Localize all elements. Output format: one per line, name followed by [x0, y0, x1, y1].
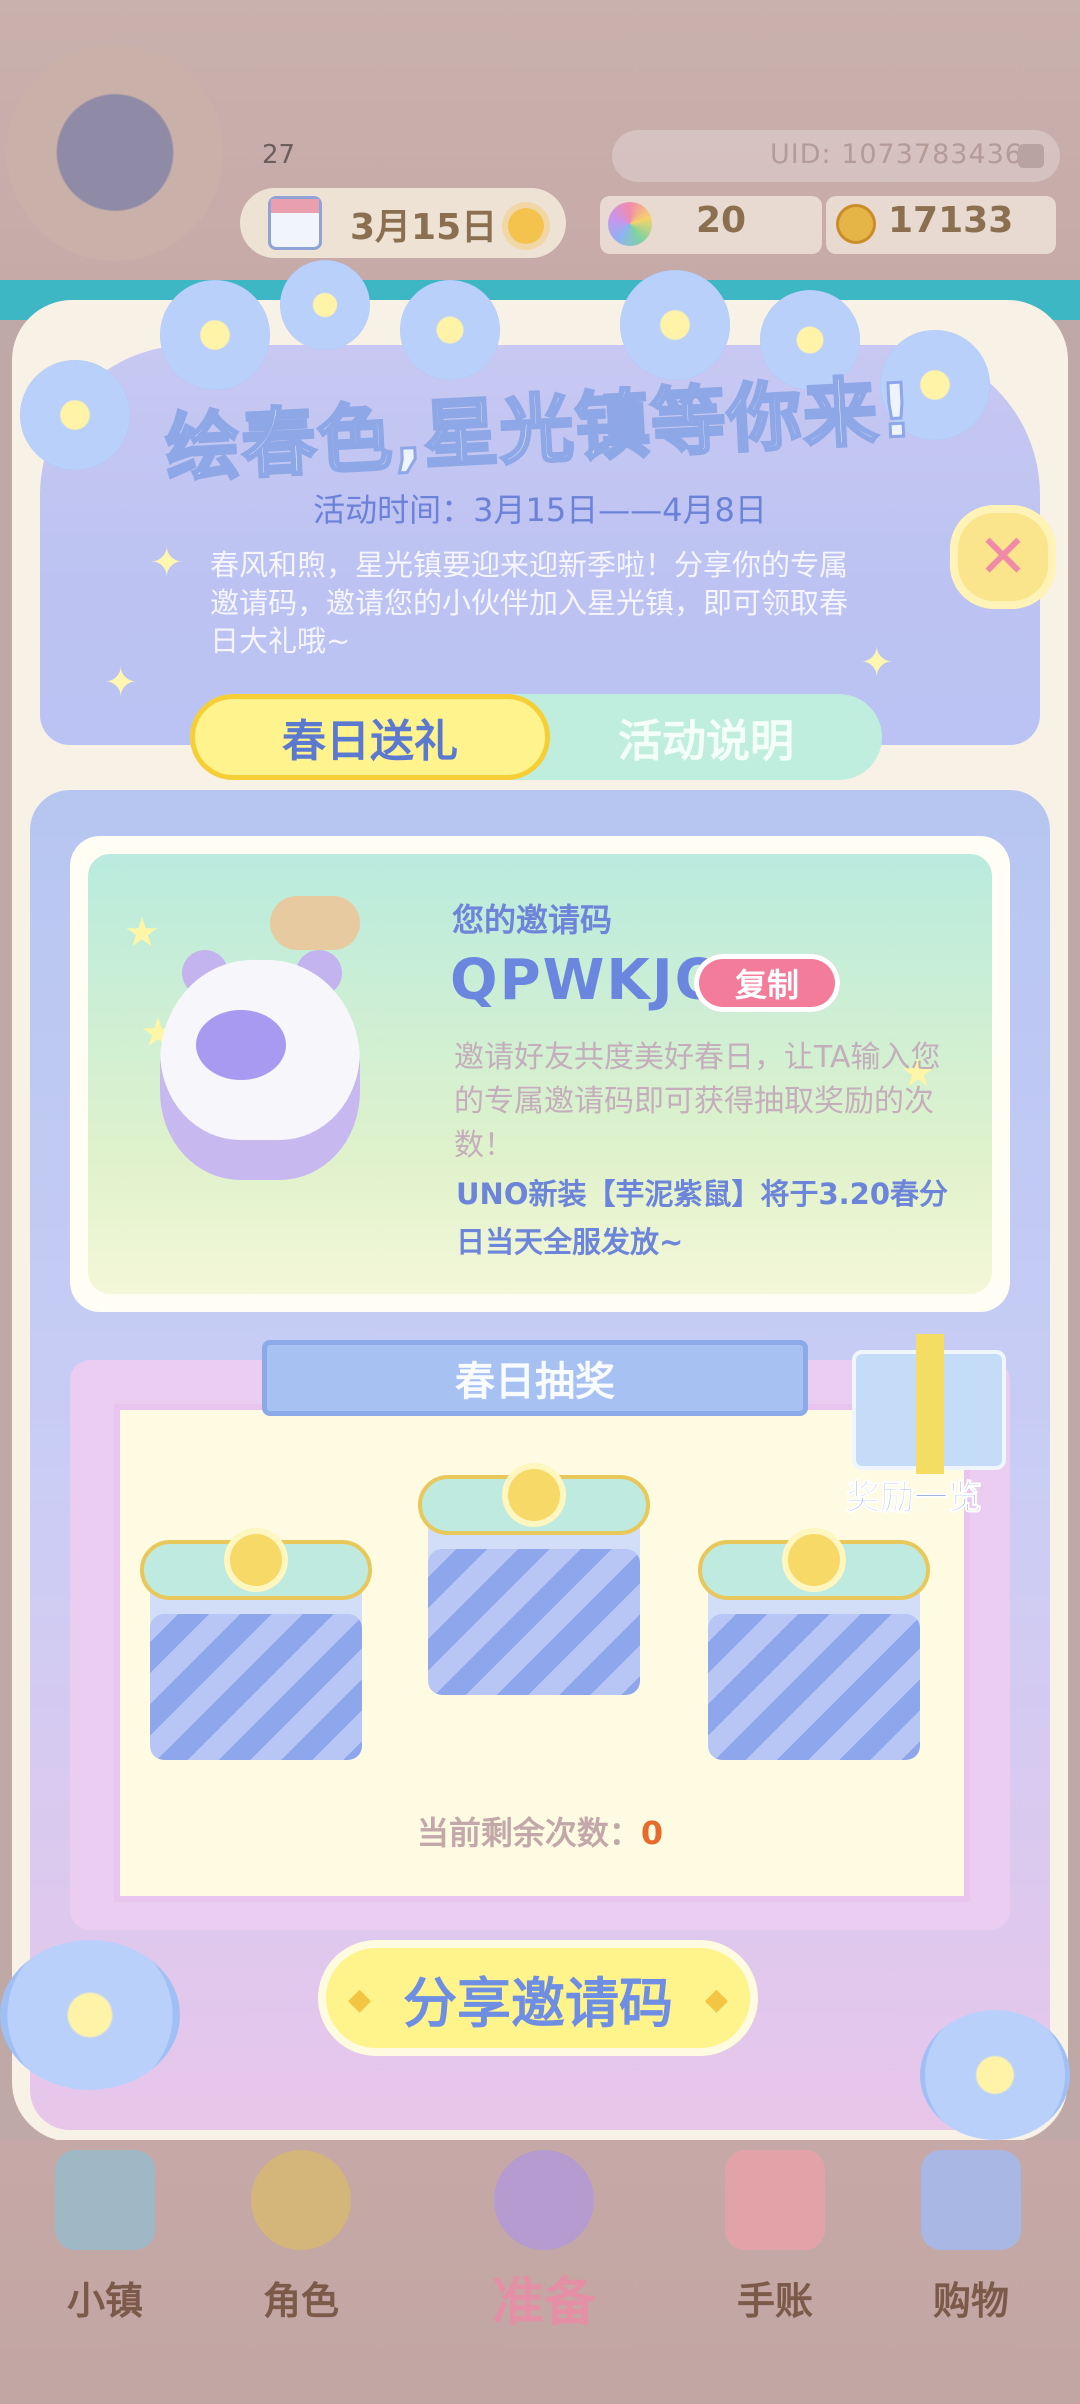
coin-count: 17133	[888, 200, 1014, 241]
lottery-title: 春日抽奖	[262, 1340, 808, 1416]
copy-button[interactable]: 复制	[694, 954, 840, 1012]
player-avatar[interactable]	[0, 40, 230, 290]
player-level: 27	[262, 140, 296, 170]
doll-accessory-image	[270, 896, 360, 950]
tab-spring-gift[interactable]: 春日送礼	[190, 694, 550, 780]
lottery-gift-box-right[interactable]	[698, 1534, 930, 1760]
prepare-icon	[494, 2150, 594, 2250]
share-invite-code-button[interactable]: 分享邀请码	[318, 1940, 758, 2056]
flower-decoration	[920, 2010, 1070, 2140]
rewards-list-button[interactable]: 奖励一览	[846, 1470, 983, 1519]
calendar-icon	[268, 196, 322, 250]
star-decoration: ★	[124, 910, 160, 956]
nav-shopping-label: 购物	[932, 2279, 1009, 2323]
close-button[interactable]: ✕	[950, 505, 1056, 609]
rewards-gift-icon[interactable]	[852, 1334, 1006, 1474]
flower-decoration	[20, 360, 130, 470]
map-icon	[55, 2150, 155, 2250]
nav-prepare-label: 准备	[491, 2273, 596, 2333]
nav-town[interactable]: 小镇	[40, 2150, 170, 2330]
nav-journal-label: 手账	[736, 2279, 813, 2323]
star-decoration: ✦	[104, 660, 138, 706]
lottery-gift-box-center[interactable]	[418, 1469, 650, 1695]
hamster-face	[196, 1010, 286, 1080]
bag-icon	[921, 2150, 1021, 2250]
nav-journal[interactable]: 手账	[710, 2150, 840, 2330]
nav-shopping[interactable]: 购物	[906, 2150, 1036, 2330]
invite-code-label: 您的邀请码	[452, 901, 613, 939]
nav-character-label: 角色	[262, 2279, 339, 2323]
coin-icon	[836, 204, 876, 244]
date-text: 3月15日	[350, 207, 498, 248]
flower-decoration	[160, 280, 270, 390]
gem-icon	[608, 202, 652, 246]
tab-event-description[interactable]: 活动说明	[556, 694, 856, 780]
gem-count: 20	[696, 200, 747, 241]
nav-prepare[interactable]: 准备	[474, 2150, 614, 2333]
remaining-label: 当前剩余次数：	[416, 1814, 641, 1852]
sun-icon	[508, 208, 544, 244]
invite-note: UNO新装【芋泥紫鼠】将于3.20春分日当天全服发放~	[456, 1177, 949, 1259]
event-time: 活动时间：3月15日——4月8日	[313, 491, 767, 529]
star-decoration: ✦	[150, 540, 184, 586]
flower-decoration	[400, 280, 500, 380]
copy-uid-icon[interactable]	[1018, 144, 1044, 168]
star-decoration: ✦	[860, 640, 894, 686]
invite-code: QPWKJQ	[450, 948, 725, 1013]
event-intro: 春风和煦，星光镇要迎来迎新季啦！分享你的专属邀请码，邀请您的小伙伴加入星光镇，即…	[210, 548, 849, 658]
invite-description: 邀请好友共度美好春日，让TA输入您的专属邀请码即可获得抽取奖励的次数！	[454, 1040, 941, 1163]
remaining-count: 0	[640, 1814, 664, 1852]
lottery-gift-box-left[interactable]	[140, 1534, 372, 1760]
uid-text: UID: 1073783436	[770, 139, 1023, 170]
nav-town-label: 小镇	[66, 2279, 143, 2323]
flower-decoration	[0, 1940, 180, 2090]
flower-decoration	[280, 260, 370, 350]
close-icon: ✕	[977, 522, 1029, 592]
character-icon	[251, 2150, 351, 2250]
remaining-draws: 当前剩余次数：0	[0, 1808, 1080, 1854]
journal-icon	[725, 2150, 825, 2250]
nav-character[interactable]: 角色	[236, 2150, 366, 2330]
